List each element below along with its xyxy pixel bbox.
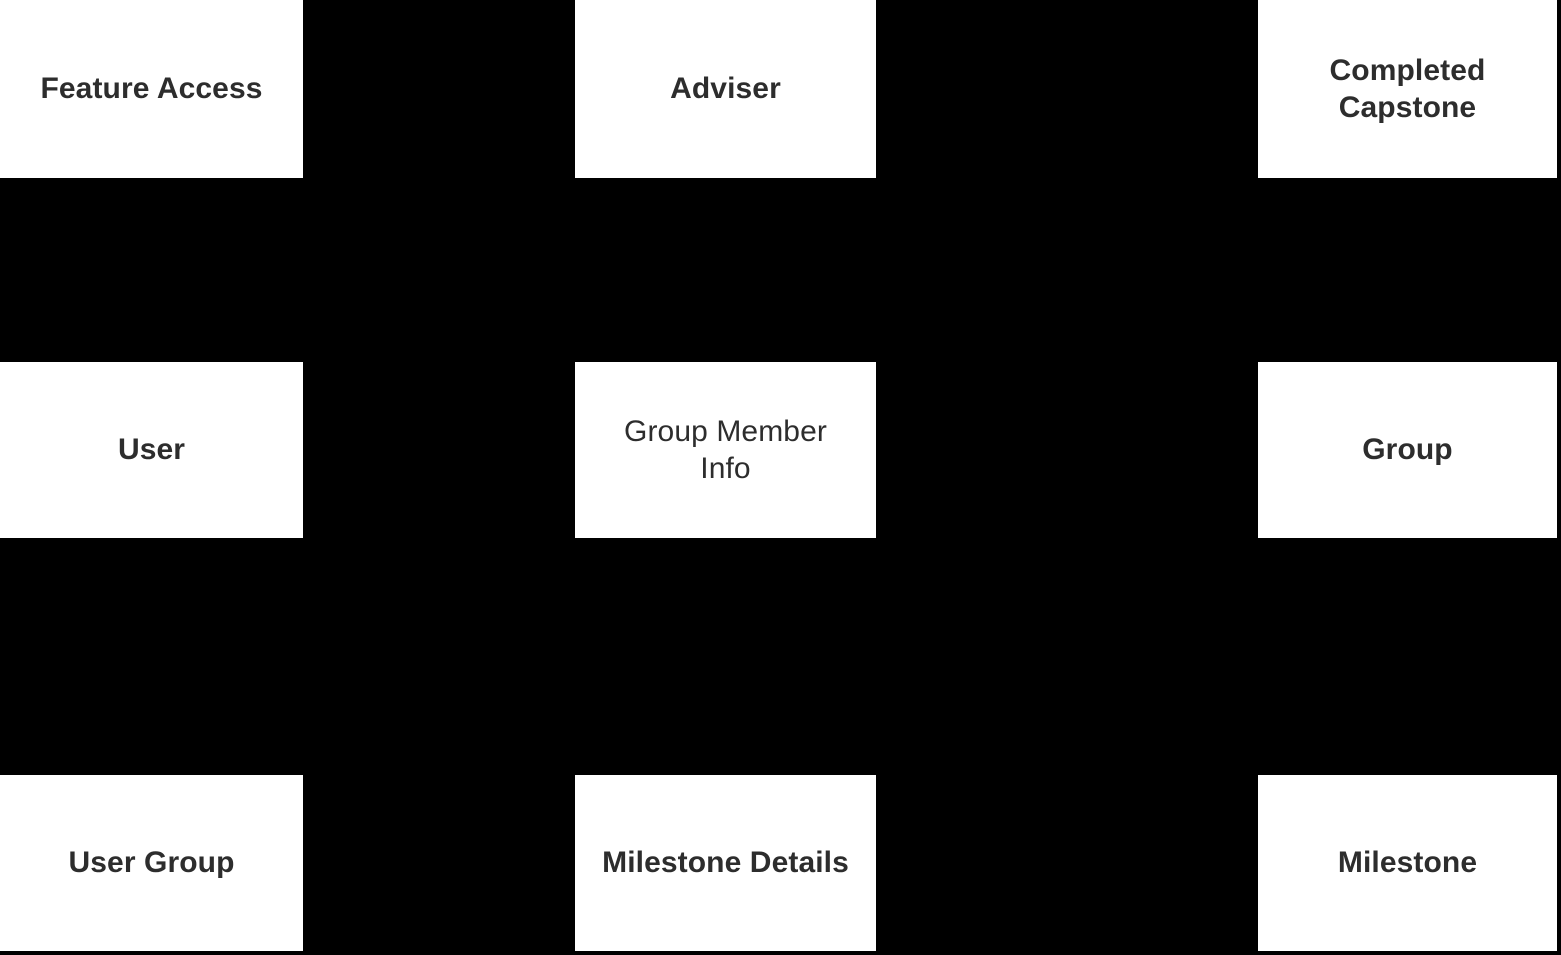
entity-label-group: Group: [1362, 433, 1453, 467]
entity-label-completed-capstone: Completed Capstone: [1329, 53, 1486, 125]
entity-label-milestone: Milestone: [1337, 846, 1478, 880]
entity-box-milestone-details[interactable]: Milestone Details: [575, 775, 876, 951]
entity-box-completed-capstone[interactable]: Completed Capstone: [1258, 0, 1557, 178]
entity-label-milestone-details: Milestone Details: [602, 846, 849, 880]
entity-box-group[interactable]: Group: [1258, 362, 1557, 538]
diagram-canvas: Feature Access Adviser Completed Capston…: [0, 0, 1561, 955]
entity-box-feature-access[interactable]: Feature Access: [0, 0, 303, 178]
entity-box-group-member-info[interactable]: Group Member Info: [575, 362, 876, 538]
entity-box-user-group[interactable]: User Group: [0, 775, 303, 951]
entity-box-adviser[interactable]: Adviser: [575, 0, 876, 178]
entity-label-user-group: User Group: [68, 846, 235, 880]
entity-label-feature-access: Feature Access: [40, 72, 263, 106]
entity-label-adviser: Adviser: [670, 72, 781, 106]
entity-label-group-member-info: Group Member Info: [624, 414, 827, 486]
entity-box-milestone[interactable]: Milestone: [1258, 775, 1557, 951]
entity-box-user[interactable]: User: [0, 362, 303, 538]
entity-label-user: User: [117, 433, 186, 467]
